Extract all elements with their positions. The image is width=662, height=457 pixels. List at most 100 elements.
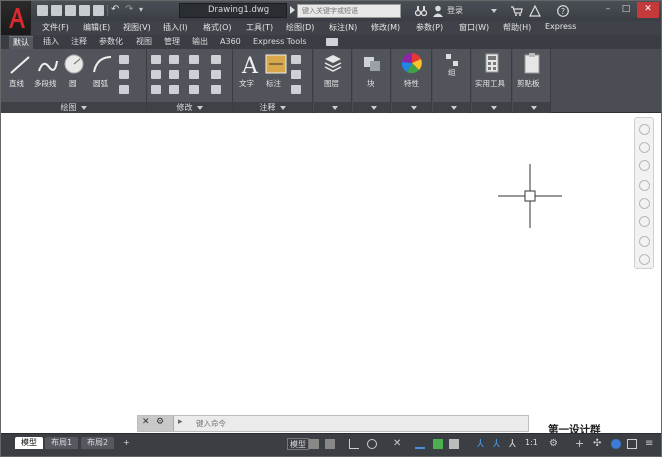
layers-icon[interactable]: [323, 53, 343, 73]
polyline-icon[interactable]: [37, 55, 59, 75]
qat-dropdown-icon[interactable]: ▾: [139, 5, 147, 16]
menu-file[interactable]: 文件(F): [42, 22, 69, 33]
copy-icon[interactable]: [151, 70, 161, 79]
scale-icon[interactable]: [169, 85, 179, 94]
offset-icon[interactable]: [211, 85, 221, 94]
groups-panel-footer[interactable]: [433, 102, 470, 113]
navbar-close-icon[interactable]: [639, 124, 650, 135]
layout-tab-model[interactable]: 模型: [15, 437, 43, 449]
osnap-icon[interactable]: ✕: [393, 439, 403, 449]
circle-icon[interactable]: [63, 53, 85, 75]
lineweight-icon[interactable]: [433, 439, 443, 449]
help-icon[interactable]: ?: [557, 5, 569, 17]
ribbon-options-icon[interactable]: [326, 38, 338, 46]
block-icon[interactable]: [362, 53, 382, 73]
snap-icon[interactable]: [325, 439, 335, 449]
properties-label[interactable]: 特性: [404, 78, 419, 89]
otrack-icon[interactable]: [415, 439, 425, 449]
clipboard-icon[interactable]: [524, 52, 540, 74]
layers-panel-footer[interactable]: [314, 102, 351, 113]
binoculars-icon[interactable]: [415, 5, 427, 17]
menu-tools[interactable]: 工具(T): [246, 22, 273, 33]
stretch-icon[interactable]: [151, 85, 161, 94]
modify-panel-footer[interactable]: 修改: [147, 102, 232, 113]
zoom-icon[interactable]: [639, 198, 650, 209]
view-cube-icon[interactable]: [639, 160, 650, 171]
fillet-icon[interactable]: [189, 70, 199, 79]
steering-wheel-icon[interactable]: [639, 142, 650, 153]
layers-label[interactable]: 图层: [324, 78, 339, 89]
clipboard-panel-footer[interactable]: [513, 102, 550, 113]
fullscreen-icon[interactable]: [627, 439, 637, 449]
save-icon[interactable]: [65, 5, 76, 16]
tab-express-tools[interactable]: Express Tools: [249, 36, 311, 49]
undo-icon[interactable]: ↶: [111, 5, 122, 16]
dimension-icon[interactable]: [265, 54, 287, 74]
close-button[interactable]: ✕: [637, 2, 659, 18]
annotation-scale-icon[interactable]: ⅄: [477, 438, 487, 449]
arc-icon[interactable]: [91, 54, 113, 74]
showmotion-icon[interactable]: [639, 236, 650, 247]
tab-output[interactable]: 输出: [188, 36, 212, 49]
plus-icon[interactable]: +: [575, 438, 585, 449]
add-layout-button[interactable]: +: [117, 437, 136, 449]
orbit-icon[interactable]: [639, 216, 650, 227]
menu-draw[interactable]: 绘图(D): [286, 22, 314, 33]
pan-icon[interactable]: [639, 180, 650, 191]
leader-icon[interactable]: [291, 70, 301, 79]
maximize-button[interactable]: □: [617, 2, 635, 18]
clipboard-label[interactable]: 剪贴板: [517, 78, 540, 89]
menu-help[interactable]: 帮助(H): [503, 22, 531, 33]
annotation-visibility-icon[interactable]: ⅄: [493, 438, 503, 449]
move-icon[interactable]: [151, 55, 161, 64]
tab-parametric[interactable]: 参数化: [95, 36, 127, 49]
menu-parametric[interactable]: 参数(P): [416, 22, 443, 33]
wrench-icon[interactable]: ⚙: [156, 417, 164, 427]
layout-tab-layout1[interactable]: 布局1: [45, 437, 79, 449]
redo-icon[interactable]: ↷: [125, 5, 136, 16]
block-label[interactable]: 块: [367, 78, 375, 89]
block-panel-footer[interactable]: [353, 102, 390, 113]
print-icon[interactable]: [93, 5, 104, 16]
text-tool-label[interactable]: 文字: [239, 78, 254, 89]
annotate-panel-footer[interactable]: 注释: [233, 102, 312, 113]
groups-label[interactable]: 组: [448, 67, 456, 78]
minimize-button[interactable]: –: [599, 2, 617, 18]
customize-icon[interactable]: ≡: [645, 439, 655, 449]
line-tool-label[interactable]: 直线: [9, 78, 24, 89]
dimension-tool-label[interactable]: 标注: [266, 78, 281, 89]
polyline-tool-label[interactable]: 多段线: [34, 78, 57, 89]
navbar-options-icon[interactable]: [639, 254, 650, 265]
transparency-icon[interactable]: [449, 439, 459, 449]
menu-modify[interactable]: 修改(M): [371, 22, 400, 33]
close-icon[interactable]: ✕: [142, 417, 150, 427]
user-icon[interactable]: [433, 5, 443, 17]
circle-tool-label[interactable]: 圆: [69, 78, 77, 89]
menu-window[interactable]: 窗口(W): [459, 22, 489, 33]
save-as-icon[interactable]: [79, 5, 90, 16]
draw-panel-footer[interactable]: 绘图: [1, 102, 146, 113]
trim-icon[interactable]: [189, 55, 199, 64]
login-label[interactable]: 登录: [447, 5, 463, 16]
tab-default[interactable]: 默认: [9, 36, 33, 49]
tab-view[interactable]: 视图: [132, 36, 156, 49]
ortho-icon[interactable]: [349, 439, 359, 449]
table-icon[interactable]: [291, 85, 301, 94]
calculator-icon[interactable]: [485, 53, 499, 73]
tab-annotate[interactable]: 注释: [67, 36, 91, 49]
auto-scale-icon[interactable]: ⅄: [509, 438, 519, 449]
line-icon[interactable]: [9, 55, 31, 75]
login-dropdown-icon[interactable]: [491, 9, 497, 13]
color-wheel-icon[interactable]: [401, 52, 423, 74]
layout-tab-layout2[interactable]: 布局2: [81, 437, 115, 449]
properties-panel-footer[interactable]: [392, 102, 431, 113]
utilities-label[interactable]: 实用工具: [475, 78, 505, 89]
command-input[interactable]: 键入命令: [176, 416, 526, 431]
array-icon[interactable]: [189, 85, 199, 94]
drawing-canvas[interactable]: [1, 113, 661, 433]
grid-icon[interactable]: [309, 439, 319, 449]
explode-icon[interactable]: [211, 70, 221, 79]
search-input[interactable]: 键入关键字或短语: [297, 4, 401, 18]
isolate-icon[interactable]: [611, 439, 621, 449]
menu-view[interactable]: 视图(V): [123, 22, 151, 33]
